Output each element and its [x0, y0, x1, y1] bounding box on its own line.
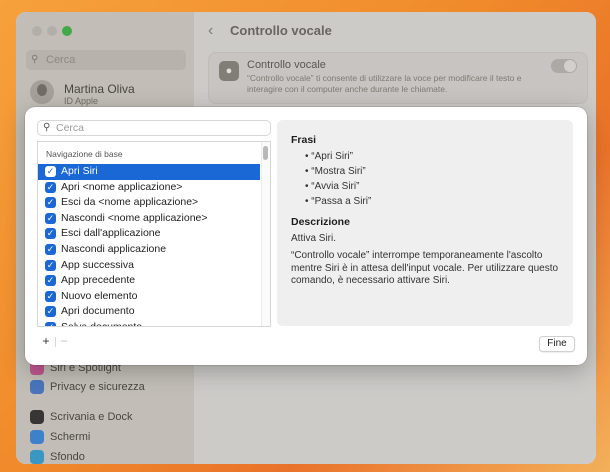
command-label: Nascondi <nome applicazione> [61, 211, 208, 224]
command-label: App successiva [61, 258, 134, 271]
command-checkbox[interactable]: ✓ [45, 290, 56, 302]
description-heading: Descrizione [291, 216, 350, 228]
command-checkbox[interactable]: ✓ [45, 212, 56, 224]
list-item[interactable]: ✓ Nascondi applicazione [38, 242, 260, 258]
phrase-text: “Mostra Siri” [311, 166, 366, 177]
command-checkbox[interactable]: ✓ [45, 275, 56, 287]
command-checkbox[interactable]: ✓ [45, 243, 56, 255]
list-item[interactable]: ✓ Esci da <nome applicazione> [38, 195, 260, 211]
add-remove-control: + − [37, 335, 73, 349]
command-checkbox[interactable]: ✓ [45, 181, 56, 193]
command-label: Salva documento [61, 320, 143, 327]
command-label: Esci da <nome applicazione> [61, 196, 199, 209]
command-checkbox[interactable]: ✓ [45, 321, 56, 326]
description-body: “Controllo vocale” interrompe temporanea… [291, 250, 559, 286]
search-icon: ⚲ [43, 122, 51, 133]
command-detail-panel: Frasi • “Apri Siri” • “Mostra Siri” • “Avv… [277, 120, 573, 326]
list-item[interactable]: ✓ Apri documento [38, 304, 260, 320]
list-item[interactable]: ✓ Nuovo elemento [38, 289, 260, 305]
command-checkbox[interactable]: ✓ [45, 228, 56, 240]
command-label: Nuovo elemento [61, 289, 138, 302]
remove-command-button[interactable]: − [55, 335, 73, 349]
command-label: App precedente [61, 274, 136, 287]
command-checkbox[interactable]: ✓ [45, 306, 56, 318]
phrase-text: “Passa a Siri” [311, 196, 372, 207]
command-checkbox[interactable]: ✓ [45, 197, 56, 209]
add-command-button[interactable]: + [37, 335, 55, 349]
commands-list: Navigazione di base ✓ Apri Siri ✓ Apri <nom… [37, 141, 271, 327]
list-item[interactable]: ✓ Apri Siri [38, 164, 260, 180]
list-item[interactable]: ✓ Apri <nome applicazione> [38, 180, 260, 196]
command-label: Apri <nome applicazione> [61, 180, 183, 193]
phrase-item: • “Passa a Siri” [305, 196, 371, 207]
commands-search-field[interactable]: ⚲ [37, 120, 271, 136]
list-item[interactable]: ✓ Nascondi <nome applicazione> [38, 211, 260, 227]
list-section-header: Navigazione di base [46, 149, 123, 159]
list-item[interactable]: ✓ Salva documento [38, 320, 260, 327]
command-label: Nascondi applicazione [61, 242, 167, 255]
commands-rows: ✓ Apri Siri ✓ Apri <nome applicazione> ✓ Esci… [38, 164, 260, 327]
phrase-text: “Apri Siri” [311, 151, 353, 162]
command-label: Esci dall'applicazione [61, 227, 161, 240]
list-scroll-track[interactable] [261, 142, 270, 326]
command-label: Apri documento [61, 305, 135, 318]
commands-sheet: ⚲ Navigazione di base ✓ Apri Siri ✓ Apri <n… [25, 107, 587, 365]
phrases-heading: Frasi [291, 134, 317, 146]
command-label: Apri Siri [61, 165, 98, 177]
list-scrollbar-thumb[interactable] [263, 146, 268, 160]
list-item[interactable]: ✓ App successiva [38, 258, 260, 274]
command-checkbox[interactable]: ✓ [45, 259, 56, 271]
done-button[interactable]: Fine [539, 336, 575, 352]
list-item[interactable]: ✓ App precedente [38, 273, 260, 289]
list-item[interactable]: ✓ Esci dall'applicazione [38, 226, 260, 242]
commands-search-input[interactable] [56, 121, 266, 135]
phrase-text: “Avvia Siri” [311, 181, 360, 192]
description-summary: Attiva Siri. [291, 233, 337, 244]
command-checkbox[interactable]: ✓ [45, 166, 56, 177]
phrase-item: • “Apri Siri” [305, 151, 353, 162]
phrase-item: • “Avvia Siri” [305, 181, 359, 192]
phrase-item: • “Mostra Siri” [305, 166, 366, 177]
